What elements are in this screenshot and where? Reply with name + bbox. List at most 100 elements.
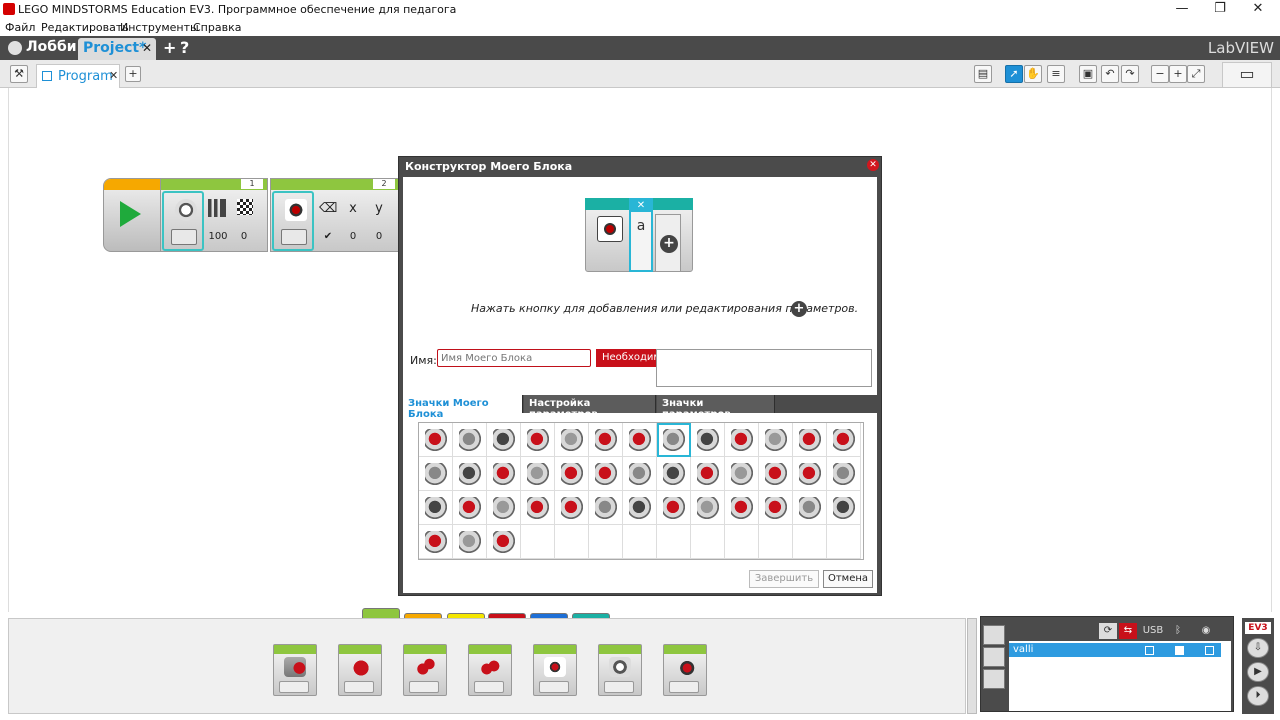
brain-gray-icon[interactable]: [453, 423, 487, 457]
menu-help[interactable]: Справка: [193, 21, 241, 34]
motor-dark-2-icon[interactable]: [657, 457, 691, 491]
project-close-icon[interactable]: ✕: [142, 41, 152, 55]
refresh-icon[interactable]: ⟳: [1099, 623, 1117, 639]
ultrasonic-icon[interactable]: [827, 423, 861, 457]
sound-sensor-icon[interactable]: [453, 525, 487, 559]
save-icon[interactable]: ▣: [1079, 65, 1097, 83]
bluetooth-off-icon[interactable]: [793, 491, 827, 525]
x-value[interactable]: 0: [347, 231, 359, 242]
touch-sensor-icon[interactable]: [725, 423, 759, 457]
pointer-tool-icon[interactable]: ➚: [1005, 65, 1023, 83]
port-folder-icon[interactable]: [171, 229, 197, 245]
available-bricks-icon[interactable]: [983, 669, 1005, 689]
minimize-button[interactable]: —: [1162, 0, 1202, 20]
camera-sensor-icon[interactable]: [657, 423, 691, 457]
dpad-icon[interactable]: [521, 457, 555, 491]
zoom-in-icon[interactable]: +: [1169, 65, 1187, 83]
range-icon[interactable]: [555, 491, 589, 525]
comment-tool-icon[interactable]: ≡: [1047, 65, 1065, 83]
timer-icon[interactable]: [759, 423, 793, 457]
wrench-icon[interactable]: ⚒: [10, 65, 28, 83]
operations-icon[interactable]: [453, 491, 487, 525]
motor-block[interactable]: 1 100 0: [160, 178, 268, 252]
add-project-button[interactable]: +: [163, 38, 176, 57]
gyro-icon[interactable]: [691, 423, 725, 457]
bluetooth-checkbox[interactable]: [1175, 646, 1184, 655]
y-value[interactable]: 0: [373, 231, 385, 242]
large-motor-block[interactable]: [338, 644, 382, 696]
brick-info-icon[interactable]: [983, 625, 1005, 645]
redo-icon[interactable]: ↷: [1121, 65, 1139, 83]
remove-parameter-icon[interactable]: ✕: [631, 200, 651, 212]
power-value[interactable]: 100: [205, 231, 231, 242]
download-run-icon[interactable]: ▶: [1247, 662, 1269, 682]
help-button[interactable]: ?: [180, 38, 189, 57]
zoom-reset-icon[interactable]: ⤢: [1187, 65, 1205, 83]
project-tab[interactable]: Project* ✕: [78, 38, 156, 60]
usb-checkbox[interactable]: [1145, 646, 1154, 655]
start-block[interactable]: [103, 178, 161, 252]
port-folder-icon[interactable]: [281, 229, 307, 245]
parameter-slot[interactable]: ✕ a: [629, 198, 653, 272]
round-icon[interactable]: [487, 491, 521, 525]
finish-button[interactable]: Завершить: [749, 570, 819, 588]
disconnect-icon[interactable]: ⇆: [1119, 623, 1137, 639]
motor-red-icon[interactable]: [623, 457, 657, 491]
run-selected-icon[interactable]: ⏵: [1247, 686, 1269, 706]
add-parameter-button[interactable]: +: [791, 301, 807, 317]
download-icon[interactable]: ⇩: [1247, 638, 1269, 658]
sound-block[interactable]: [598, 644, 642, 696]
display-icon[interactable]: [827, 457, 861, 491]
motor-gray-3-icon[interactable]: [555, 457, 589, 491]
motor-dark-icon[interactable]: [487, 457, 521, 491]
oscilloscope-icon[interactable]: [691, 491, 725, 525]
text-icon[interactable]: [589, 491, 623, 525]
file-icon[interactable]: [657, 491, 691, 525]
motor-large-2-icon[interactable]: [555, 423, 589, 457]
book-icon[interactable]: ▭: [1222, 62, 1272, 88]
motor-gray-icon[interactable]: [419, 457, 453, 491]
brick-status-light-block[interactable]: [663, 644, 707, 696]
dice-icon[interactable]: [623, 491, 657, 525]
medium-motor-block[interactable]: [273, 644, 317, 696]
program-tab[interactable]: Program ✕: [36, 64, 120, 88]
binary-icon[interactable]: [419, 525, 453, 559]
name-input[interactable]: [437, 349, 591, 367]
stop-icon[interactable]: [827, 491, 861, 525]
content-editor-icon[interactable]: ▤: [974, 65, 992, 83]
camera-block[interactable]: 2 ⌫ x y ✔ 0 0: [270, 178, 400, 252]
math-icon[interactable]: [419, 491, 453, 525]
motor-gray-2-icon[interactable]: [453, 457, 487, 491]
move-tank-block[interactable]: [468, 644, 512, 696]
loop-icon[interactable]: [793, 423, 827, 457]
description-box[interactable]: [656, 349, 872, 387]
stopwatch-icon[interactable]: [589, 457, 623, 491]
dialog-close-icon[interactable]: ✕: [867, 159, 879, 171]
menu-tools[interactable]: Инструменты: [120, 21, 199, 34]
hardware-page-toggle[interactable]: [967, 618, 977, 714]
briefcase-icon[interactable]: [759, 457, 793, 491]
lock-briefcase-icon[interactable]: [793, 457, 827, 491]
port-view-icon[interactable]: [983, 647, 1005, 667]
random-red-icon[interactable]: [487, 525, 521, 559]
program-close-icon[interactable]: ✕: [109, 69, 118, 82]
brick-row[interactable]: valli: [1009, 643, 1221, 657]
tab-parameter-icons[interactable]: Значки параметров: [657, 395, 775, 420]
tab-my-block-icons[interactable]: Значки Моего Блока: [403, 395, 523, 420]
battery-icon[interactable]: [691, 457, 725, 491]
close-button[interactable]: ✕: [1238, 0, 1278, 20]
steering-icon[interactable]: [589, 423, 623, 457]
pan-tool-icon[interactable]: ✋: [1024, 65, 1042, 83]
add-program-button[interactable]: +: [125, 66, 141, 82]
restore-button[interactable]: ❐: [1200, 0, 1240, 20]
random-icon[interactable]: [521, 491, 555, 525]
move-steering-block[interactable]: [403, 644, 447, 696]
undo-icon[interactable]: ↶: [1101, 65, 1119, 83]
stack-icon[interactable]: [725, 457, 759, 491]
tank-icon[interactable]: [623, 423, 657, 457]
cancel-button[interactable]: Отмена: [823, 570, 873, 588]
zoom-out-icon[interactable]: −: [1151, 65, 1169, 83]
message-icon[interactable]: [725, 491, 759, 525]
motor-large-icon[interactable]: [521, 423, 555, 457]
brake-value[interactable]: 0: [235, 231, 253, 242]
